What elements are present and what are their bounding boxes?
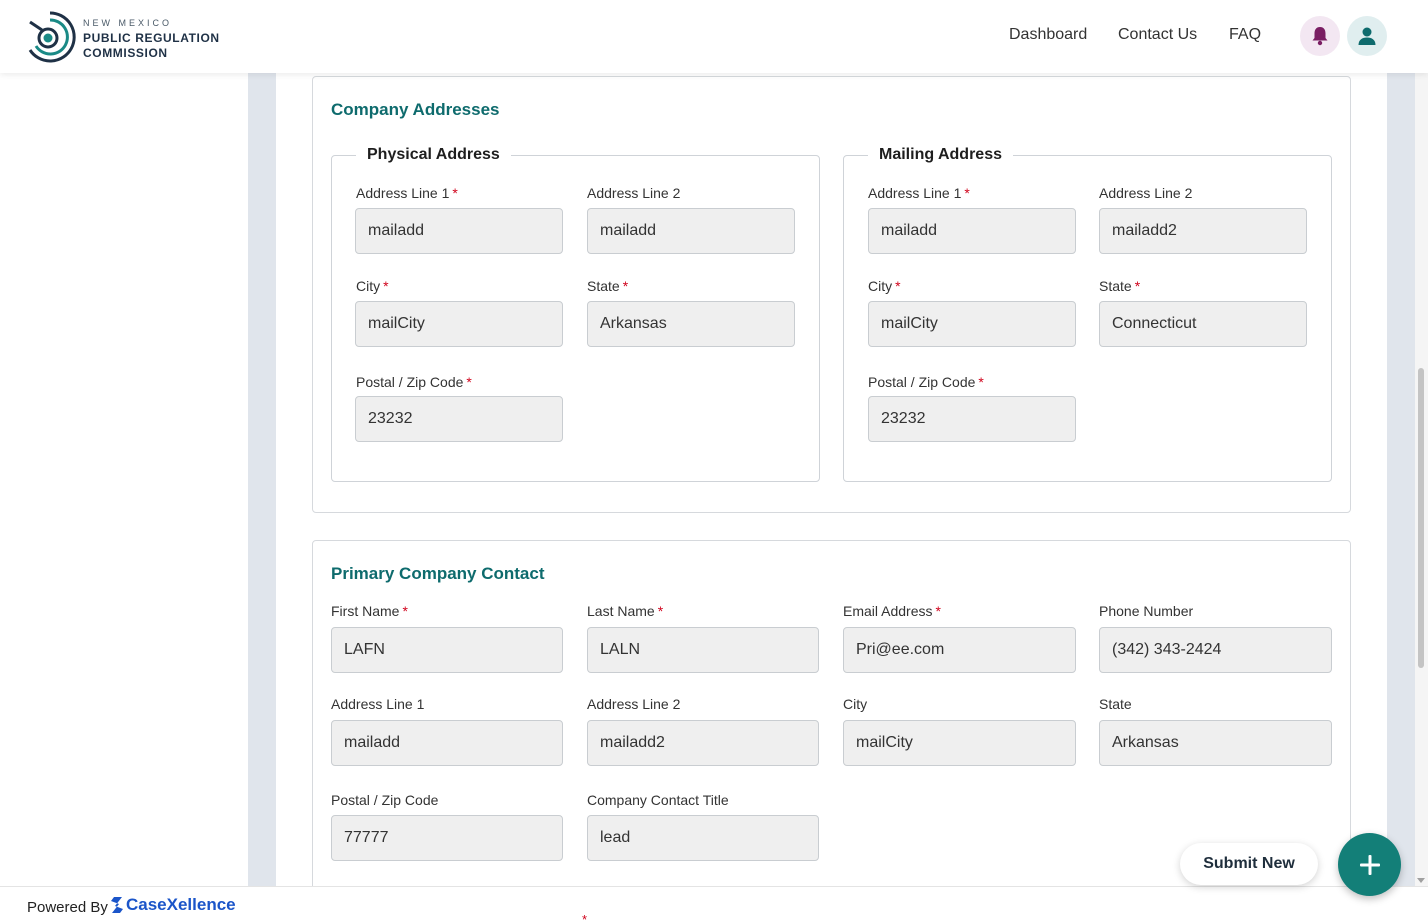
mailing-address-group: Mailing Address Address Line 1 * mailadd … <box>843 146 1332 482</box>
casexellence-logo[interactable]: CaseXellence <box>110 895 236 915</box>
logo-title-line2: COMMISSION <box>83 46 168 60</box>
mailing-address-line1-label: Address Line 1 * <box>868 185 970 201</box>
contact-zip-label: Postal / Zip Code <box>331 792 439 808</box>
mailing-address-line1-input[interactable]: mailadd <box>868 208 1076 254</box>
last-name-input[interactable]: LALN <box>587 627 819 673</box>
add-new-button[interactable] <box>1338 833 1401 896</box>
phone-label: Phone Number <box>1099 603 1194 619</box>
bell-icon <box>1312 27 1328 46</box>
required-marker: * <box>622 278 629 294</box>
mailing-city-input[interactable]: mailCity <box>868 301 1076 347</box>
account-button[interactable] <box>1347 16 1387 56</box>
logo-subtitle: NEW MEXICO <box>83 18 173 28</box>
required-marker: * <box>978 374 984 390</box>
required-marker: * <box>452 185 458 201</box>
contact-address-line2-input[interactable]: mailadd2 <box>587 720 819 766</box>
vertical-scrollbar[interactable] <box>1415 73 1428 886</box>
required-marker: * <box>895 278 901 294</box>
mailing-address-line2-input[interactable]: mailadd2 <box>1099 208 1307 254</box>
company-addresses-card: Company Addresses Physical Address Addre… <box>312 76 1351 513</box>
required-marker: * <box>402 603 408 619</box>
contact-city-input[interactable]: mailCity <box>843 720 1076 766</box>
first-name-label: First Name * <box>331 603 408 619</box>
contact-title-input[interactable]: lead <box>587 815 819 861</box>
required-marker: * <box>657 603 664 619</box>
nav-dashboard[interactable]: Dashboard <box>1009 26 1087 44</box>
physical-city-input[interactable]: mailCity <box>355 301 563 347</box>
required-marker: * <box>582 912 588 923</box>
submit-new-button[interactable]: Submit New <box>1180 843 1318 885</box>
mailing-city-label: City * <box>868 278 901 294</box>
required-marker: * <box>935 603 941 619</box>
company-addresses-title: Company Addresses <box>331 100 500 119</box>
required-marker: * <box>383 278 389 294</box>
powered-by-label: Powered By <box>27 899 108 916</box>
physical-zip-input[interactable]: 23232 <box>355 396 563 442</box>
user-icon <box>1358 27 1376 45</box>
physical-state-label: State * <box>587 278 629 294</box>
contact-state-select[interactable]: Arkansas <box>1099 720 1332 766</box>
contact-address-line1-input[interactable]: mailadd <box>331 720 563 766</box>
casexellence-brand-text: CaseXellence <box>126 895 236 914</box>
notifications-button[interactable] <box>1300 16 1340 56</box>
physical-address-legend: Physical Address <box>356 146 511 164</box>
contact-city-label: City <box>843 696 868 712</box>
mailing-state-label: State * <box>1099 278 1141 294</box>
mailing-address-line2-label: Address Line 2 <box>1099 185 1193 201</box>
scrollbar-thumb[interactable] <box>1418 368 1424 668</box>
footer: Powered By CaseXellence * <box>0 886 1428 923</box>
nav-faq[interactable]: FAQ <box>1229 26 1261 44</box>
mailing-address-legend: Mailing Address <box>868 146 1013 164</box>
required-marker: * <box>466 374 472 390</box>
mailing-zip-input[interactable]: 23232 <box>868 396 1076 442</box>
primary-contact-title: Primary Company Contact <box>331 564 545 583</box>
physical-address-line1-input[interactable]: mailadd <box>355 208 563 254</box>
left-panel <box>0 73 248 886</box>
top-header: NEW MEXICO PUBLIC REGULATION COMMISSION … <box>0 0 1428 73</box>
physical-state-select[interactable]: Arkansas <box>587 301 795 347</box>
casexellence-mark-icon <box>111 897 123 913</box>
contact-address-line2-label: Address Line 2 <box>587 696 681 712</box>
physical-zip-label: Postal / Zip Code * <box>356 374 472 390</box>
email-label: Email Address * <box>843 603 941 619</box>
contact-title-label: Company Contact Title <box>587 792 729 808</box>
email-input[interactable]: Pri@ee.com <box>843 627 1076 673</box>
physical-address-line2-input[interactable]: mailadd <box>587 208 795 254</box>
physical-city-label: City * <box>356 278 389 294</box>
nav-contact-us[interactable]: Contact Us <box>1118 26 1197 44</box>
contact-state-label: State <box>1099 696 1132 712</box>
logo[interactable]: NEW MEXICO PUBLIC REGULATION COMMISSION <box>24 10 234 64</box>
commission-logo-icon <box>28 11 76 63</box>
phone-input[interactable]: (342) 343-2424 <box>1099 627 1332 673</box>
logo-title-line1: PUBLIC REGULATION <box>83 31 220 45</box>
physical-address-group: Physical Address Address Line 1 * mailadd… <box>331 146 820 482</box>
physical-address-line2-label: Address Line 2 <box>587 185 681 201</box>
first-name-input[interactable]: LAFN <box>331 627 563 673</box>
mailing-state-select[interactable]: Connecticut <box>1099 301 1307 347</box>
last-name-label: Last Name * <box>587 603 664 619</box>
contact-zip-input[interactable]: 77777 <box>331 815 563 861</box>
contact-address-line1-label: Address Line 1 <box>331 696 425 712</box>
required-marker: * <box>964 185 970 201</box>
right-gutter <box>1387 73 1415 886</box>
required-marker: * <box>1134 278 1141 294</box>
left-gutter <box>248 73 276 886</box>
scroll-down-arrow-icon[interactable] <box>1417 878 1425 883</box>
plus-icon <box>1359 854 1380 875</box>
physical-address-line1-label: Address Line 1 * <box>356 185 458 201</box>
mailing-zip-label: Postal / Zip Code * <box>868 374 984 390</box>
